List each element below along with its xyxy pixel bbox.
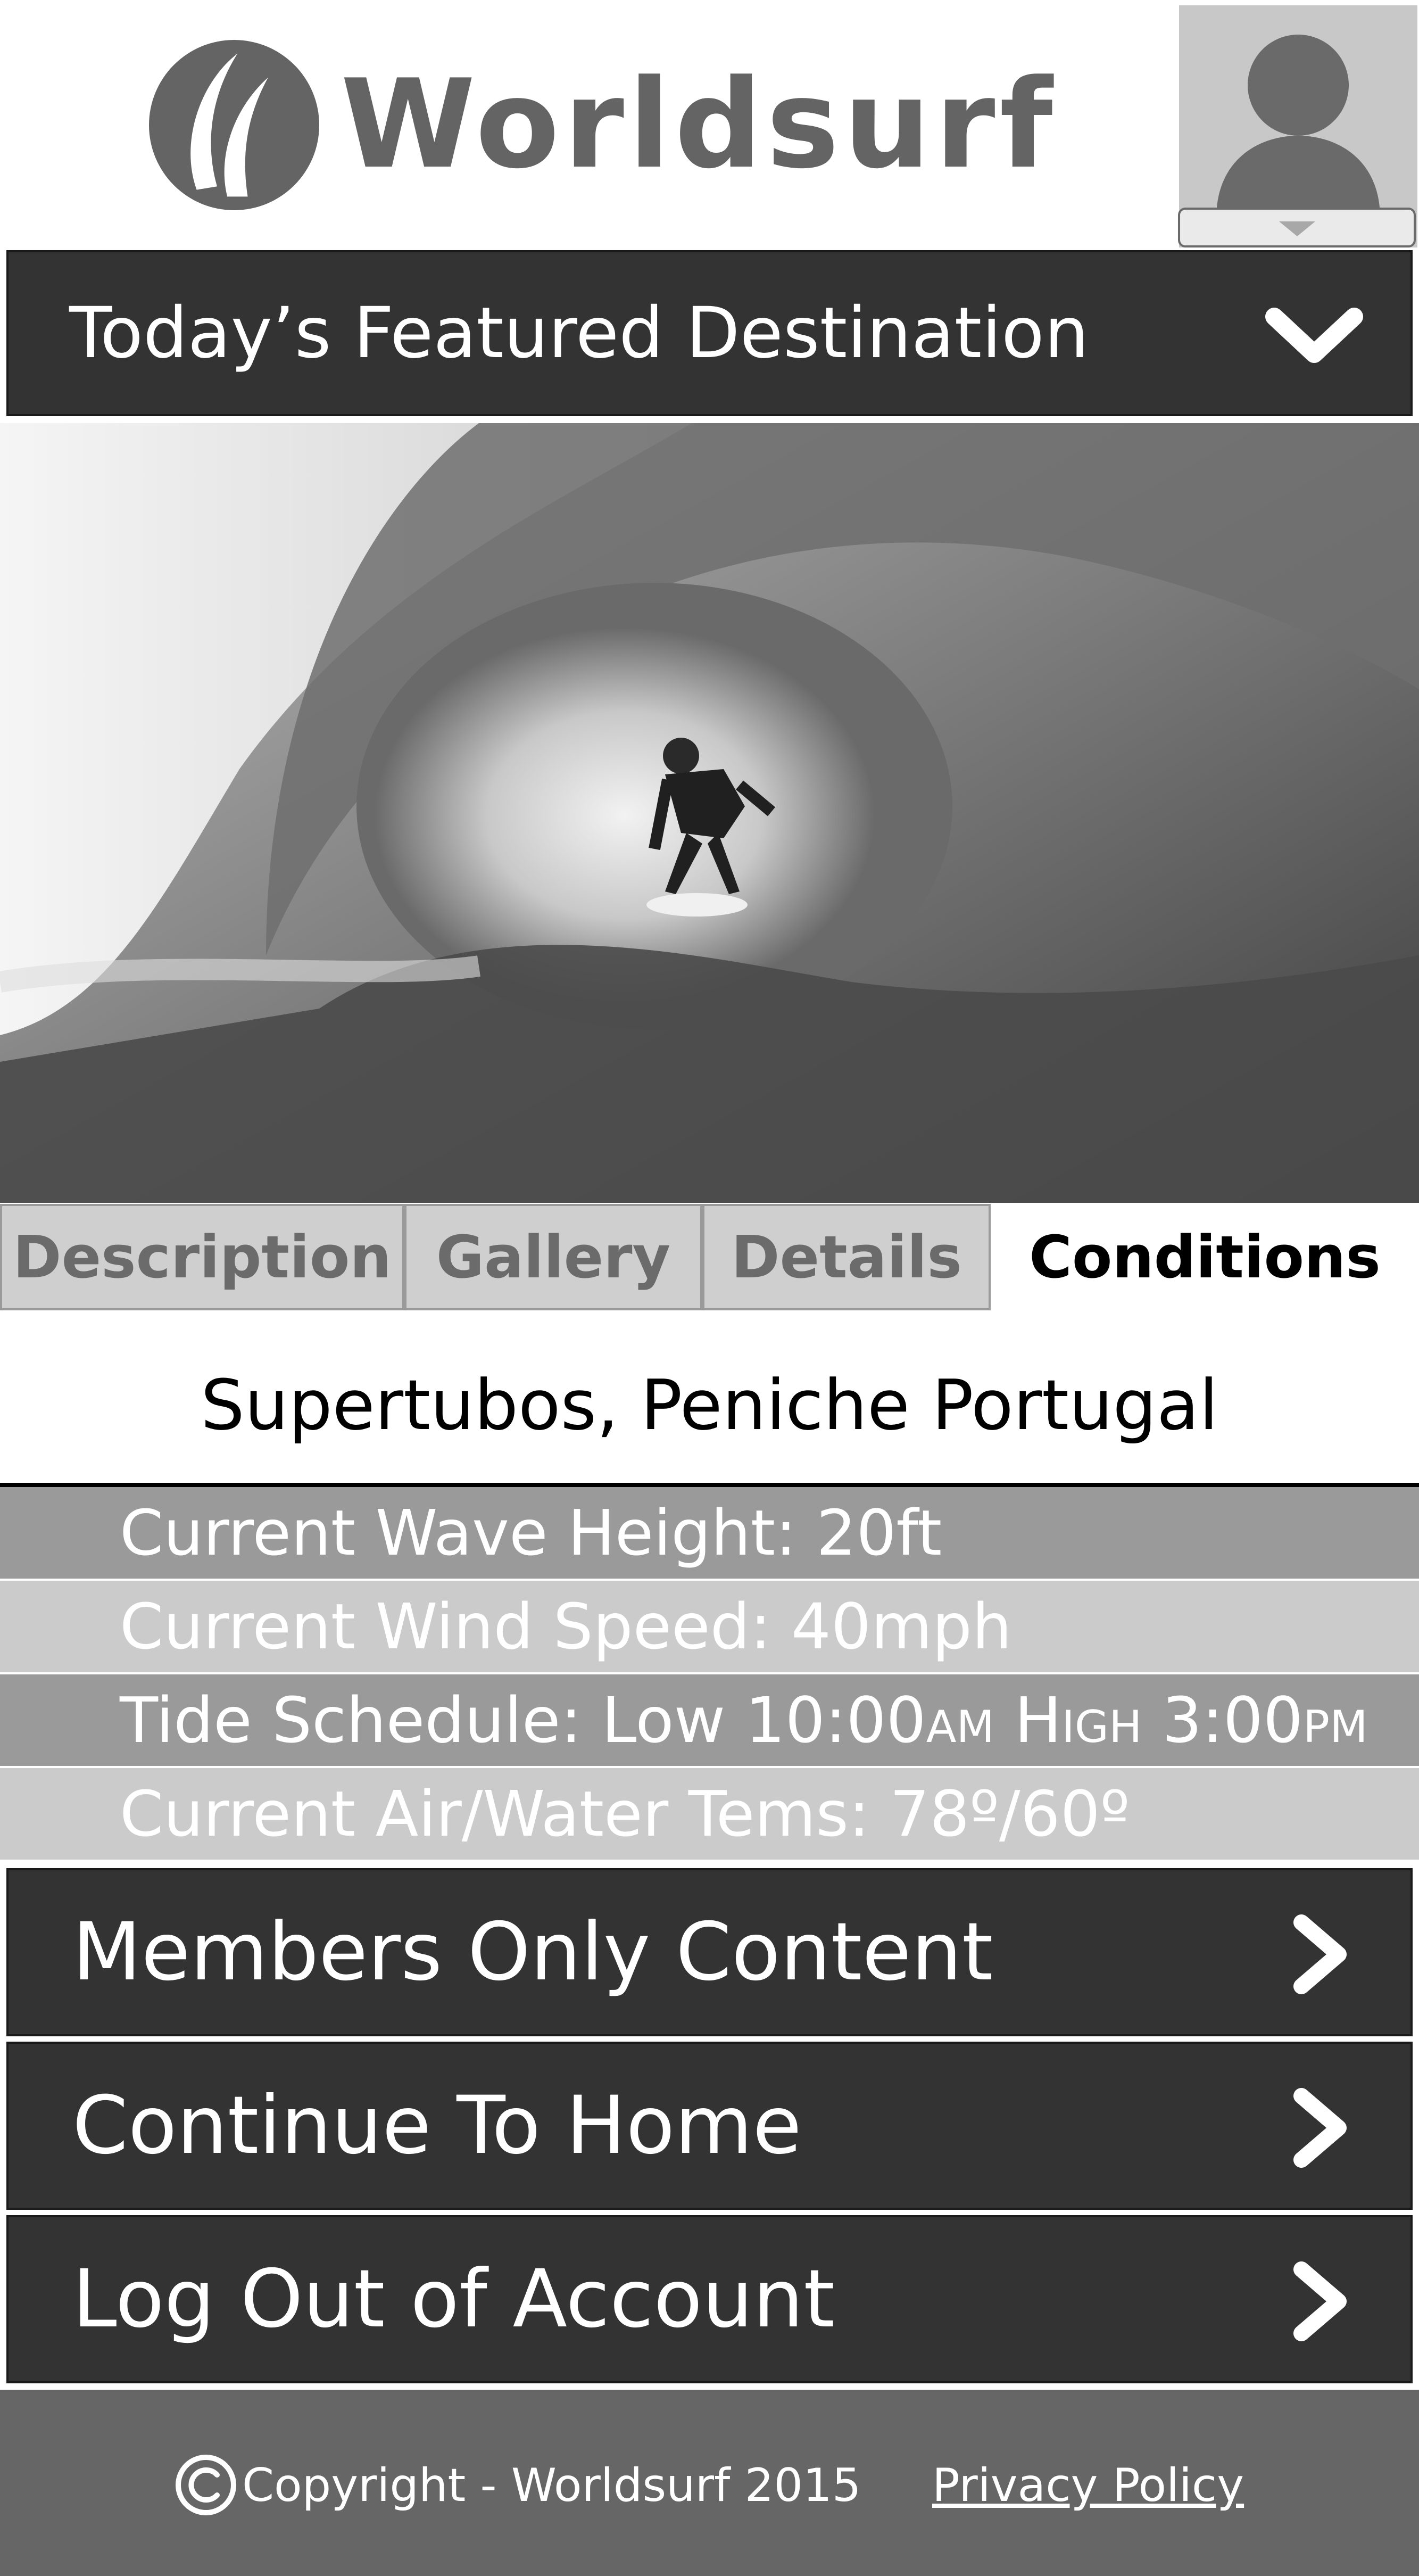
privacy-policy-link[interactable]: Privacy Policy: [932, 2448, 1244, 2523]
worldsurf-logo-icon[interactable]: [149, 40, 319, 210]
tab-description[interactable]: Description: [0, 1204, 404, 1310]
log-out-label: Log Out of Account: [72, 2253, 835, 2346]
tide-high-rest-text: igh: [1061, 1683, 1142, 1757]
copyright-icon: [176, 2455, 236, 2515]
condition-wave-height: Current Wave Height: 20ft: [0, 1487, 1419, 1579]
members-only-content-button[interactable]: Members Only Content: [6, 1868, 1413, 2036]
triangle-down-icon: [1279, 221, 1315, 236]
condition-wind-speed: Current Wind Speed: 40mph: [0, 1581, 1419, 1672]
tide-high-h-text: H: [994, 1683, 1062, 1757]
continue-to-home-label: Continue To Home: [72, 2079, 802, 2172]
tab-details[interactable]: Details: [702, 1204, 991, 1310]
brand-name[interactable]: Worldsurf: [341, 59, 1057, 192]
copyright-text: Copyright - Worldsurf 2015: [242, 2459, 861, 2512]
tide-pm-text: pm: [1303, 1683, 1368, 1757]
surfer-in-barrel-wave-photo: [0, 423, 1419, 1203]
chevron-right-icon: [1293, 1914, 1347, 1994]
chevron-down-icon[interactable]: [1261, 298, 1367, 373]
featured-destination-title: Today’s Featured Destination: [69, 292, 1089, 374]
divider: [0, 1483, 1419, 1487]
tide-am-text: am: [926, 1683, 995, 1757]
tide-high-time-text: 3:00: [1142, 1683, 1304, 1757]
tab-conditions[interactable]: Conditions: [991, 1204, 1419, 1310]
avatar-dropdown-button[interactable]: [1178, 208, 1416, 247]
tab-gallery[interactable]: Gallery: [404, 1204, 702, 1310]
chevron-right-icon: [1293, 2261, 1347, 2341]
location-title: Supertubos, Peniche Portugal: [201, 1365, 1218, 1446]
members-only-content-label: Members Only Content: [72, 1906, 993, 1999]
log-out-button[interactable]: Log Out of Account: [6, 2215, 1413, 2383]
chevron-right-icon: [1293, 2088, 1347, 2168]
condition-air-water-temps: Current Air/Water Tems: 78º/60º: [0, 1768, 1419, 1860]
condition-tide-schedule: Tide Schedule: Low 10:00am High 3:00pm: [0, 1674, 1419, 1766]
continue-to-home-button[interactable]: Continue To Home: [6, 2042, 1413, 2210]
tide-low-text: Tide Schedule: Low 10:00: [120, 1683, 926, 1757]
